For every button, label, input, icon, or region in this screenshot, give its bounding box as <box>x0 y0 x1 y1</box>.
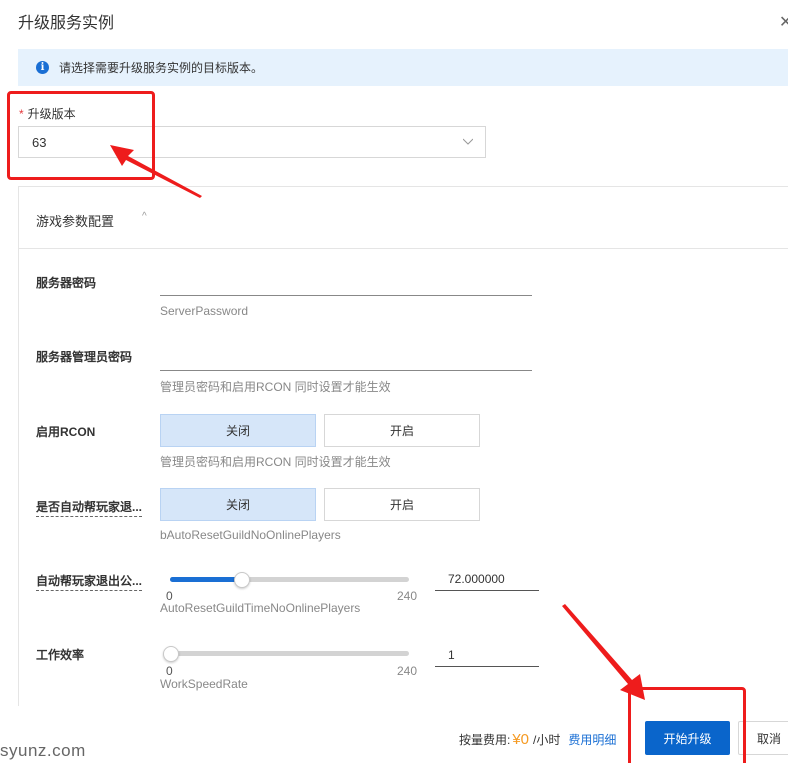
server-password-input[interactable] <box>160 274 532 296</box>
game-params-header[interactable]: 游戏参数配置 ^ <box>19 187 788 249</box>
work-speed-slider[interactable] <box>162 646 409 662</box>
chevron-down-icon <box>463 138 473 145</box>
info-icon: i <box>36 61 49 74</box>
rcon-off-option[interactable]: 关闭 <box>160 414 316 447</box>
auto-reset-guild-off-option[interactable]: 关闭 <box>160 488 316 521</box>
slider-fill <box>170 577 242 582</box>
rcon-hint: 管理员密码和启用RCON 同时设置才能生效 <box>160 455 391 469</box>
rcon-toggle: 关闭 开启 <box>160 414 480 447</box>
version-label: * 升级版本 <box>19 105 76 122</box>
auto-reset-guild-label: 是否自动帮玩家退... <box>36 498 143 517</box>
auto-reset-guild-hint: bAutoResetGuildNoOnlinePlayers <box>160 528 341 542</box>
notice-banner: i 请选择需要升级服务实例的目标版本。 <box>18 49 788 86</box>
chevron-up-icon[interactable]: ^ <box>142 211 147 222</box>
watermark: syunz.com <box>0 741 86 760</box>
auto-reset-guild-time-input[interactable]: 72.000000 <box>435 567 539 591</box>
work-speed-hint: WorkSpeedRate <box>160 677 248 691</box>
notice-text: 请选择需要升级服务实例的目标版本。 <box>59 61 264 75</box>
rcon-label: 启用RCON <box>36 425 96 439</box>
admin-password-label: 服务器管理员密码 <box>36 350 133 364</box>
fee-detail-link[interactable]: 费用明细 <box>568 731 616 748</box>
work-speed-input[interactable]: 1 <box>435 643 539 667</box>
required-mark: * <box>19 107 24 121</box>
dialog-title: 升级服务实例 <box>18 15 115 32</box>
slider-max-label: 240 <box>397 664 418 678</box>
fee-price: ¥0 <box>512 731 530 748</box>
slider-thumb[interactable] <box>233 572 250 588</box>
admin-password-hint: 管理员密码和启用RCON 同时设置才能生效 <box>160 380 391 394</box>
slider-max-label: 240 <box>397 589 418 603</box>
version-select-value: 63 <box>32 134 47 150</box>
server-password-label: 服务器密码 <box>36 276 97 290</box>
version-select[interactable]: 63 <box>18 126 486 158</box>
slider-track <box>170 651 409 656</box>
auto-reset-guild-time-slider[interactable] <box>170 572 409 588</box>
slider-min-label: 0 <box>166 664 173 678</box>
auto-reset-guild-toggle: 关闭 开启 <box>160 488 480 521</box>
close-icon[interactable]: ✕ <box>779 12 788 32</box>
game-params-title: 游戏参数配置 <box>36 214 115 229</box>
rcon-on-option[interactable]: 开启 <box>324 414 480 447</box>
fee-summary: 按量费用: ¥0 /小时 费用明细 <box>459 731 616 748</box>
auto-reset-guild-time-hint: AutoResetGuildTimeNoOnlinePlayers <box>160 601 361 615</box>
fee-unit: /小时 <box>533 733 561 747</box>
work-speed-label: 工作效率 <box>36 648 85 662</box>
cancel-button[interactable]: 取消 <box>738 721 788 755</box>
auto-reset-guild-on-option[interactable]: 开启 <box>324 488 480 521</box>
fee-label: 按量费用: <box>459 733 511 747</box>
version-label-text: 升级版本 <box>27 107 76 121</box>
admin-password-input[interactable] <box>160 349 532 371</box>
server-password-hint: ServerPassword <box>160 304 249 318</box>
auto-reset-guild-time-label: 自动帮玩家退出公... <box>36 572 143 591</box>
start-upgrade-button[interactable]: 开始升级 <box>645 721 730 755</box>
slider-thumb[interactable] <box>162 646 179 662</box>
